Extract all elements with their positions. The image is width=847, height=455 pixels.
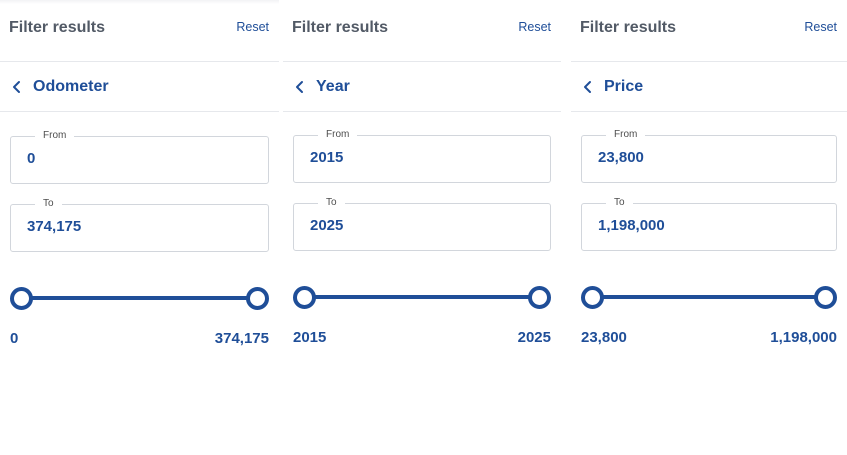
- from-label: From: [606, 129, 646, 141]
- filter-panel-year: Filter results Reset Year From To 2015 2…: [283, 0, 561, 455]
- from-input[interactable]: [598, 149, 828, 166]
- slider-track[interactable]: [303, 295, 541, 299]
- slider-handle-max[interactable]: [814, 286, 837, 309]
- slider-handle-min[interactable]: [10, 287, 33, 310]
- to-label: To: [318, 197, 345, 209]
- to-label: To: [35, 198, 62, 210]
- range-max-label: 2025: [517, 329, 551, 346]
- reset-button[interactable]: Reset: [236, 20, 269, 34]
- slider-handle-min[interactable]: [293, 286, 316, 309]
- to-field[interactable]: To: [293, 197, 551, 251]
- filter-panel-price: Filter results Reset Price From To 23,80…: [571, 0, 847, 455]
- from-label: From: [35, 130, 75, 142]
- filter-subheader: Year: [283, 62, 561, 112]
- to-label: To: [606, 197, 633, 209]
- slider-handle-min[interactable]: [581, 286, 604, 309]
- to-input[interactable]: [598, 217, 828, 234]
- from-input[interactable]: [310, 149, 542, 166]
- reset-button[interactable]: Reset: [518, 20, 551, 34]
- slider-track[interactable]: [591, 295, 827, 299]
- range-slider[interactable]: [293, 285, 551, 309]
- chevron-left-icon[interactable]: [293, 80, 307, 94]
- slider-track[interactable]: [20, 296, 259, 300]
- filter-title: Year: [316, 78, 350, 95]
- header-title: Filter results: [292, 19, 389, 36]
- header-title: Filter results: [580, 19, 677, 36]
- reset-button[interactable]: Reset: [804, 20, 837, 34]
- filter-subheader: Price: [571, 62, 847, 112]
- to-field[interactable]: To: [581, 197, 837, 251]
- filter-subheader: Odometer: [0, 62, 279, 112]
- to-field[interactable]: To: [10, 198, 269, 252]
- filter-title: Odometer: [33, 78, 109, 95]
- range-max-label: 1,198,000: [770, 329, 837, 346]
- from-label: From: [318, 129, 358, 141]
- slider-handle-max[interactable]: [246, 287, 269, 310]
- range-slider[interactable]: [581, 285, 837, 309]
- to-input[interactable]: [310, 217, 542, 234]
- panel-header: Filter results Reset: [0, 0, 279, 62]
- range-max-label: 374,175: [214, 330, 269, 347]
- from-input[interactable]: [27, 150, 260, 167]
- panel-header: Filter results Reset: [571, 0, 847, 62]
- to-input[interactable]: [27, 218, 260, 235]
- from-field[interactable]: From: [293, 129, 551, 183]
- from-field[interactable]: From: [581, 129, 837, 183]
- chevron-left-icon[interactable]: [10, 80, 24, 94]
- slider-handle-max[interactable]: [528, 286, 551, 309]
- range-min-label: 0: [10, 330, 19, 347]
- range-slider[interactable]: [10, 286, 269, 310]
- panel-header: Filter results Reset: [283, 0, 561, 62]
- range-min-label: 23,800: [581, 329, 627, 346]
- chevron-left-icon[interactable]: [581, 80, 595, 94]
- header-title: Filter results: [9, 19, 106, 36]
- filter-title: Price: [604, 78, 644, 95]
- filter-panel-odometer: Filter results Reset Odometer From To 0 …: [0, 0, 279, 455]
- from-field[interactable]: From: [10, 130, 269, 184]
- range-min-label: 2015: [293, 329, 327, 346]
